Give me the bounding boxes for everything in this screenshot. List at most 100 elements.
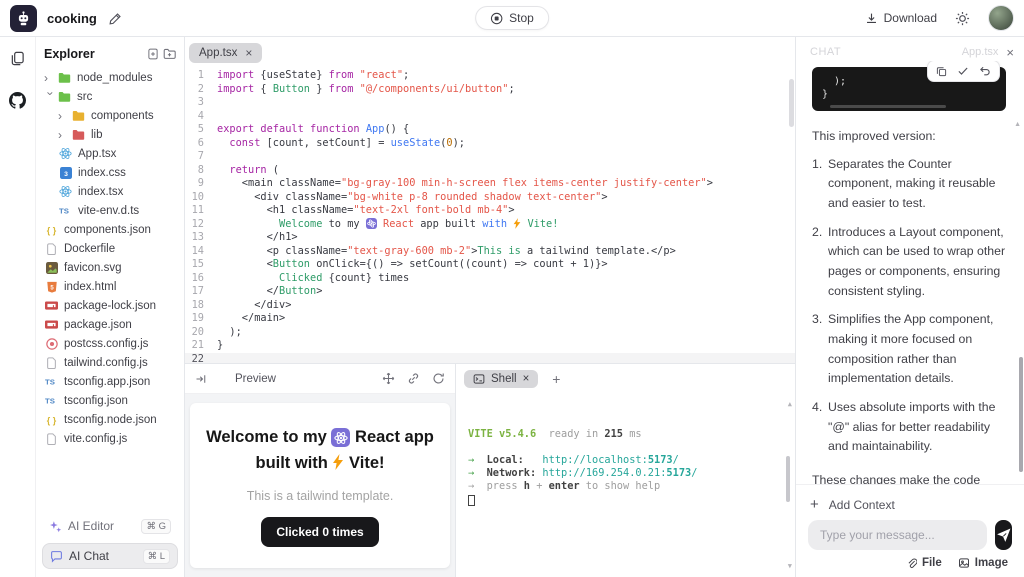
code-line-12[interactable]: 12 Welcome to my React app built with Vi… — [185, 218, 795, 232]
file-tree-item-favicon.svg[interactable]: favicon.svg — [36, 258, 184, 277]
file-label: package.json — [64, 319, 132, 331]
react-icon — [58, 147, 73, 160]
code-line-13[interactable]: 13 </h1> — [185, 231, 795, 245]
folder-red-icon — [71, 128, 86, 141]
add-context-button[interactable]: + Add Context — [808, 493, 897, 520]
code-line-16[interactable]: 16 Clicked {count} times — [185, 272, 795, 286]
file-tree-item-Dockerfile[interactable]: Dockerfile — [36, 239, 184, 258]
code-line-10[interactable]: 10 <div className="bg-white p-8 rounded … — [185, 191, 795, 205]
copy-code-icon[interactable] — [936, 65, 947, 77]
ai-editor-label: AI Editor — [68, 519, 114, 533]
file-label: favicon.svg — [64, 262, 122, 274]
tab-app-tsx[interactable]: App.tsx × — [189, 43, 262, 63]
code-line-22[interactable]: 22 — [185, 353, 795, 364]
file-tree-item-components[interactable]: ›components — [36, 106, 184, 125]
app-logo-robot-icon[interactable] — [10, 5, 37, 32]
tab-shell[interactable]: Shell × — [464, 370, 538, 388]
chat-footer: + Add Context File Image — [796, 484, 1024, 577]
code-line-1[interactable]: 1import {useState} from "react"; — [185, 69, 795, 83]
open-link-icon[interactable] — [405, 370, 422, 387]
file-label: index.tsx — [78, 186, 123, 198]
code-line-5[interactable]: 5export default function App() { — [185, 123, 795, 137]
code-line-9[interactable]: 9 <main className="bg-gray-100 min-h-scr… — [185, 177, 795, 191]
code-line-15[interactable]: 15 <Button onClick={() => setCount((coun… — [185, 258, 795, 272]
ai-editor-button[interactable]: AI Editor ⌘ G — [42, 513, 178, 539]
close-tab-icon[interactable]: × — [245, 46, 252, 60]
new-terminal-icon[interactable]: + — [548, 367, 564, 391]
stop-button[interactable]: Stop — [475, 6, 549, 30]
code-line-18[interactable]: 18 </div> — [185, 299, 795, 313]
terminal-output[interactable]: VITE v5.4.6 ready in 215 ms→ Local: http… — [456, 394, 795, 577]
ai-chat-label: AI Chat — [69, 549, 109, 563]
file-tree-item-tsconfig.node.json[interactable]: { }tsconfig.node.json — [36, 410, 184, 429]
terminal-line: → press h + enter to show help — [468, 480, 781, 493]
scroll-down-icon[interactable]: ▼ — [788, 560, 792, 573]
code-line-3[interactable]: 3 — [185, 96, 795, 110]
editor-scrollbar[interactable] — [789, 79, 794, 127]
file-tree-item-index.html[interactable]: 5index.html — [36, 277, 184, 296]
code-editor[interactable]: 1import {useState} from "react";2import … — [185, 65, 795, 363]
collapse-panel-icon[interactable] — [193, 371, 209, 387]
image-icon — [958, 557, 970, 569]
github-icon[interactable] — [5, 88, 30, 113]
download-button[interactable]: Download — [865, 11, 937, 25]
send-message-button[interactable] — [995, 520, 1012, 550]
file-tree-item-vite.config.js[interactable]: vite.config.js — [36, 429, 184, 448]
folder-green-icon — [57, 90, 72, 103]
apply-code-check-icon[interactable] — [957, 65, 969, 77]
theme-toggle-sun-icon[interactable] — [951, 7, 974, 30]
undo-code-icon[interactable] — [979, 65, 991, 77]
files-icon[interactable] — [6, 47, 29, 70]
code-line-2[interactable]: 2import { Button } from "@/components/ui… — [185, 83, 795, 97]
code-line-21[interactable]: 21} — [185, 339, 795, 353]
file-tree-item-lib[interactable]: ›lib — [36, 125, 184, 144]
code-line-4[interactable]: 4 — [185, 110, 795, 124]
ai-chat-button[interactable]: AI Chat ⌘ L — [42, 543, 178, 569]
file-tree-item-package.json[interactable]: package.json — [36, 315, 184, 334]
close-chat-icon[interactable]: × — [1006, 45, 1014, 60]
code-line-17[interactable]: 17 </Button> — [185, 285, 795, 299]
file-tree-item-index.css[interactable]: 3index.css — [36, 163, 184, 182]
file-tree-item-index.tsx[interactable]: index.tsx — [36, 182, 184, 201]
file-tree-item-tsconfig.json[interactable]: TStsconfig.json — [36, 391, 184, 410]
file-tree-item-node_modules[interactable]: ›node_modules — [36, 68, 184, 87]
chat-scroll-up-icon[interactable]: ▲ — [1014, 121, 1021, 128]
rename-project-pencil-icon[interactable] — [105, 8, 126, 29]
user-avatar[interactable] — [988, 5, 1014, 31]
code-line-6[interactable]: 6 const [count, setCount] = useState(0); — [185, 137, 795, 151]
file-tree-item-package-lock.json[interactable]: package-lock.json — [36, 296, 184, 315]
attach-image-button[interactable]: Image — [958, 557, 1008, 569]
move-resize-icon[interactable] — [380, 370, 397, 387]
preview-heading: Welcome to my React app built with Vite! — [204, 424, 436, 477]
braces-icon: { } — [44, 413, 59, 426]
file-tree-item-postcss.config.js[interactable]: postcss.config.js — [36, 334, 184, 353]
chat-message-input[interactable] — [808, 520, 987, 550]
code-line-19[interactable]: 19 </main> — [185, 312, 795, 326]
close-shell-icon[interactable]: × — [523, 373, 530, 385]
refresh-icon[interactable] — [430, 370, 447, 387]
line-number: 11 — [185, 204, 217, 218]
file-tree-item-App.tsx[interactable]: App.tsx — [36, 144, 184, 163]
file-tree-item-vite-env.d.ts[interactable]: TSvite-env.d.ts — [36, 201, 184, 220]
scroll-up-icon[interactable]: ▲ — [788, 398, 792, 411]
new-folder-icon[interactable] — [161, 45, 178, 62]
code-line-11[interactable]: 11 <h1 className="text-2xl font-bold mb-… — [185, 204, 795, 218]
file-tree-item-tsconfig.app.json[interactable]: TStsconfig.app.json — [36, 372, 184, 391]
line-number: 8 — [185, 164, 217, 178]
code-line-14[interactable]: 14 <p className="text-gray-600 mb-2">Thi… — [185, 245, 795, 259]
file-tree-item-components.json[interactable]: { }components.json — [36, 220, 184, 239]
code-block-hscrollbar[interactable] — [830, 105, 946, 108]
file-label: index.css — [78, 167, 126, 179]
file-tree-item-src[interactable]: ›src — [36, 87, 184, 106]
new-file-icon[interactable] — [145, 46, 161, 62]
terminal-line: VITE v5.4.6 ready in 215 ms — [468, 428, 781, 441]
shell-scrollbar[interactable]: ▲ ▼ — [783, 394, 793, 577]
file-tree-item-tailwind.config.js[interactable]: tailwind.config.js — [36, 353, 184, 372]
clicked-counter-button[interactable]: Clicked 0 times — [261, 517, 378, 547]
code-line-8[interactable]: 8 return ( — [185, 164, 795, 178]
chat-scrollbar[interactable] — [1019, 357, 1023, 472]
attach-file-button[interactable]: File — [906, 557, 942, 569]
code-lines: 1import {useState} from "react";2import … — [185, 69, 795, 363]
code-line-20[interactable]: 20 ); — [185, 326, 795, 340]
code-line-7[interactable]: 7 — [185, 150, 795, 164]
